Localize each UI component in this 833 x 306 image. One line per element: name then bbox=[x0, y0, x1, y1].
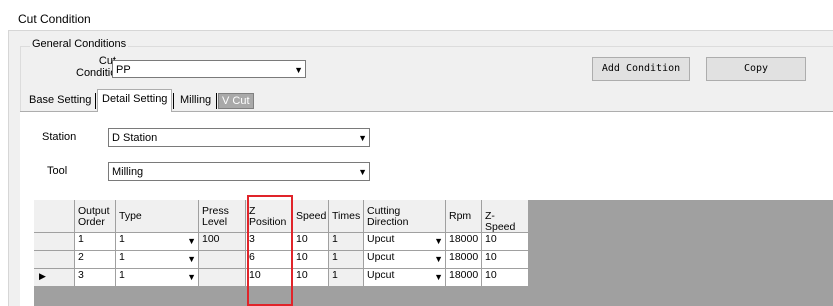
cell-press-level[interactable] bbox=[199, 251, 246, 269]
chevron-down-icon[interactable]: ▼ bbox=[187, 236, 196, 247]
cell-output-order[interactable]: 3 bbox=[75, 269, 116, 287]
header-cutting-direction-line2: Direction bbox=[367, 216, 409, 228]
cut-condition-select[interactable]: PP ▼ bbox=[112, 60, 306, 78]
row-header[interactable] bbox=[34, 233, 75, 251]
cell-type-value: 1 bbox=[119, 269, 125, 281]
row-header[interactable] bbox=[34, 251, 75, 269]
tab-milling[interactable]: Milling bbox=[176, 91, 216, 111]
cell-type-value: 1 bbox=[119, 233, 125, 245]
title-bar bbox=[0, 0, 833, 32]
cut-condition-grid: Output Order Type Press Level Z Position Sp… bbox=[34, 200, 833, 306]
chevron-down-icon[interactable]: ▼ bbox=[187, 272, 196, 283]
triangle-right-icon: ▶ bbox=[39, 271, 46, 281]
header-output-order: Output Order bbox=[75, 200, 116, 233]
cell-speed[interactable]: 10 bbox=[293, 251, 329, 269]
cut-condition-value: PP bbox=[116, 64, 131, 76]
cut-condition-label-line1: Cut bbox=[98, 55, 116, 67]
chevron-down-icon[interactable]: ▼ bbox=[434, 254, 443, 265]
cell-type[interactable]: 1 ▼ bbox=[116, 251, 199, 269]
cell-z-speed[interactable]: 10 bbox=[482, 233, 529, 251]
cell-times[interactable]: 1 bbox=[329, 251, 364, 269]
tab-separator bbox=[216, 93, 217, 109]
header-speed: Speed bbox=[293, 200, 329, 233]
cell-cutting-direction-value: Upcut bbox=[367, 233, 395, 245]
station-value: D Station bbox=[112, 132, 158, 144]
chevron-down-icon[interactable]: ▼ bbox=[434, 236, 443, 247]
chevron-down-icon[interactable]: ▼ bbox=[294, 65, 303, 75]
cell-rpm[interactable]: 18000 bbox=[446, 269, 482, 287]
tab-separator bbox=[173, 93, 174, 109]
chevron-down-icon[interactable]: ▼ bbox=[358, 167, 367, 177]
header-z-speed: Z-Speed bbox=[482, 200, 529, 233]
frame-border-top bbox=[8, 30, 833, 31]
cell-speed[interactable]: 10 bbox=[293, 269, 329, 287]
station-select[interactable]: D Station ▼ bbox=[108, 128, 370, 147]
cell-cutting-direction[interactable]: Upcut ▼ bbox=[364, 269, 446, 287]
header-times: Times bbox=[329, 200, 364, 233]
cut-condition-label-line2: Condition bbox=[76, 67, 123, 79]
tab-detail-setting[interactable]: Detail Setting bbox=[97, 89, 173, 112]
cell-speed[interactable]: 10 bbox=[293, 233, 329, 251]
copy-button[interactable]: Copy bbox=[706, 57, 806, 81]
cell-rpm[interactable]: 18000 bbox=[446, 233, 482, 251]
grid-corner-header bbox=[34, 200, 75, 233]
tab-v-cut[interactable]: V Cut bbox=[218, 93, 254, 109]
cell-output-order[interactable]: 1 bbox=[75, 233, 116, 251]
general-conditions-label: General Conditions bbox=[30, 38, 129, 50]
cell-times[interactable]: 1 bbox=[329, 233, 364, 251]
cut-condition-label: Cut Condition bbox=[76, 55, 123, 79]
cell-press-level[interactable] bbox=[199, 269, 246, 287]
cell-rpm[interactable]: 18000 bbox=[446, 251, 482, 269]
window-title: Cut Condition bbox=[18, 12, 91, 26]
cell-type-value: 1 bbox=[119, 251, 125, 263]
frame-border-left bbox=[8, 30, 9, 306]
cell-type[interactable]: 1 ▼ bbox=[116, 269, 199, 287]
header-output-order-line2: Order bbox=[78, 216, 105, 228]
header-press-level-line2: Level bbox=[202, 216, 228, 228]
cell-output-order[interactable]: 2 bbox=[75, 251, 116, 269]
cell-cutting-direction[interactable]: Upcut ▼ bbox=[364, 233, 446, 251]
chevron-down-icon[interactable]: ▼ bbox=[187, 254, 196, 265]
cell-times[interactable]: 1 bbox=[329, 269, 364, 287]
header-cutting-direction: Cutting Direction bbox=[364, 200, 446, 233]
cell-z-speed[interactable]: 10 bbox=[482, 269, 529, 287]
z-position-highlight bbox=[247, 195, 293, 306]
cell-cutting-direction-value: Upcut bbox=[367, 269, 395, 281]
chevron-down-icon[interactable]: ▼ bbox=[434, 272, 443, 283]
chevron-down-icon[interactable]: ▼ bbox=[358, 133, 367, 143]
header-press-level: Press Level bbox=[199, 200, 246, 233]
cell-type[interactable]: 1 ▼ bbox=[116, 233, 199, 251]
cell-press-level[interactable]: 100 bbox=[199, 233, 246, 251]
tool-value: Milling bbox=[112, 166, 144, 178]
add-condition-button[interactable]: Add Condition bbox=[592, 57, 690, 81]
header-type: Type bbox=[116, 200, 199, 233]
cell-cutting-direction[interactable]: Upcut ▼ bbox=[364, 251, 446, 269]
cell-cutting-direction-value: Upcut bbox=[367, 251, 395, 263]
tool-select[interactable]: Milling ▼ bbox=[108, 162, 370, 181]
header-rpm: Rpm bbox=[446, 200, 482, 233]
cell-z-speed[interactable]: 10 bbox=[482, 251, 529, 269]
tab-base-setting[interactable]: Base Setting bbox=[25, 91, 96, 111]
tab-separator bbox=[95, 93, 96, 109]
station-label: Station bbox=[42, 131, 77, 143]
row-header-current[interactable]: ▶ bbox=[34, 269, 75, 287]
tool-label: Tool bbox=[47, 165, 68, 177]
